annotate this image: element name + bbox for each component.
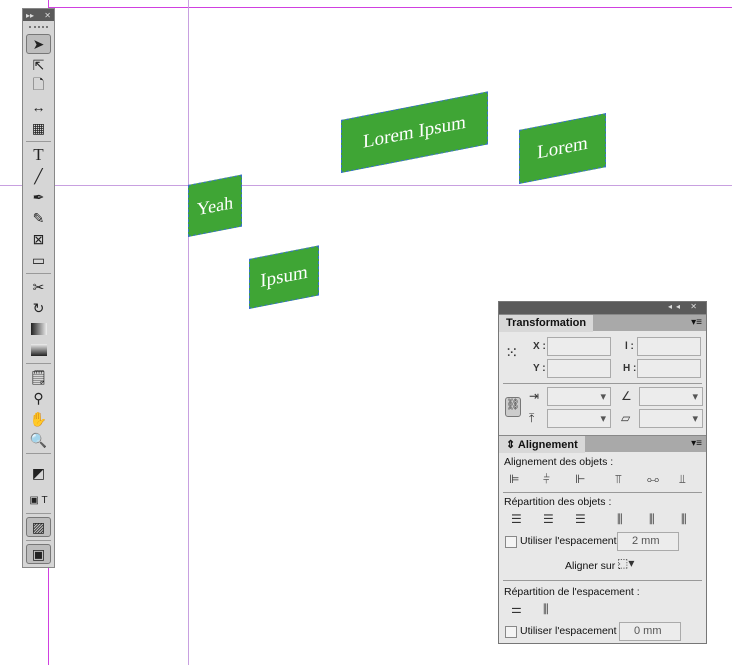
type-tool-icon[interactable]: T: [26, 145, 51, 165]
distribute-hcenter-icon[interactable]: ⫼: [649, 512, 655, 527]
pen-tool-icon[interactable]: ✒: [26, 187, 51, 207]
distribute-vcenter-icon[interactable]: ☰: [543, 512, 554, 526]
align-bottom-icon[interactable]: ⫫: [679, 472, 686, 487]
scale-y-icon: ⤒: [529, 411, 535, 425]
tools-panel: ▸▸ ✕ ➤ ⇱ 🗋 ↔ ▦ T ╱ ✒ ✎ ⊠ ▭ ✂ ↻ 🗒 ⚲ ✋ 🔍 ◩ …: [22, 8, 55, 568]
spacing-stepper[interactable]: 2 mm: [617, 532, 679, 551]
tab-transformation[interactable]: Transformation: [499, 315, 594, 332]
align-to-label: Aligner sur :: [565, 560, 622, 572]
shape-label: Yeah: [196, 191, 234, 219]
tab-alignment[interactable]: ⇕ Alignement: [499, 436, 585, 453]
distribute-right-icon[interactable]: ⫼: [681, 512, 687, 527]
width-label: l :: [625, 341, 634, 352]
collapse-icon[interactable]: ▸▸: [26, 11, 34, 20]
margin-guide-top: [48, 7, 732, 8]
scale-x-select[interactable]: ▾: [547, 387, 611, 406]
x-field[interactable]: [547, 337, 611, 356]
shear-select[interactable]: ▾: [639, 409, 703, 428]
panel-menu-icon[interactable]: ▾≡: [691, 438, 702, 449]
selection-tool-icon[interactable]: ➤: [26, 34, 51, 54]
distribute-spacing-heading: Répartition de l'espacement :: [504, 586, 640, 598]
formatting-container-icon[interactable]: ▣ T: [26, 490, 51, 510]
distribute-objects-heading: Répartition des objets :: [504, 496, 612, 508]
grip-handle[interactable]: [29, 26, 48, 29]
y-field[interactable]: [547, 359, 611, 378]
distribute-hspace-icon[interactable]: ⫼: [543, 602, 549, 617]
ruler-guide-vertical[interactable]: [188, 0, 189, 665]
shape-label: Ipsum: [260, 261, 308, 292]
align-left-icon[interactable]: ⊫: [509, 472, 519, 486]
align-hcenter-icon[interactable]: ⫩: [543, 472, 550, 487]
zoom-tool-icon[interactable]: 🔍: [26, 430, 51, 450]
use-spacing-label: Utiliser l'espacement: [520, 535, 617, 547]
page-tool-icon[interactable]: 🗋: [26, 76, 51, 96]
align-right-icon[interactable]: ⊩: [575, 472, 585, 486]
use-spacing-checkbox[interactable]: [505, 536, 517, 548]
ruler-guide-horizontal[interactable]: [0, 185, 732, 186]
scale-y-select[interactable]: ▾: [547, 409, 611, 428]
reference-point-icon[interactable]: ⁙: [505, 343, 518, 363]
spacing-stepper-2[interactable]: 0 mm: [619, 622, 681, 641]
shear-icon: ▱: [621, 411, 631, 425]
width-field[interactable]: [637, 337, 701, 356]
tab-alignment-label: Alignement: [517, 439, 578, 451]
scissors-tool-icon[interactable]: ✂: [26, 277, 51, 297]
rotation-icon: ∠: [621, 389, 632, 403]
gap-tool-icon[interactable]: ↔: [26, 97, 51, 117]
direct-selection-tool-icon[interactable]: ⇱: [26, 55, 51, 75]
screen-mode-icon[interactable]: ▣: [26, 544, 51, 564]
use-spacing-label-2: Utiliser l'espacement: [520, 625, 617, 637]
close-icon[interactable]: ✕: [44, 11, 51, 20]
x-label: X :: [533, 341, 546, 352]
note-tool-icon[interactable]: 🗒: [26, 367, 51, 387]
rotate-tool-icon[interactable]: ↻: [26, 298, 51, 318]
eyedropper-tool-icon[interactable]: ⚲: [26, 388, 51, 408]
transform-align-panel: ◂◂ ✕ Transformation ▾≡ ⁙ X : Y : l : H : …: [498, 301, 707, 644]
scale-x-icon: ⇥: [529, 389, 540, 403]
panel-menu-icon[interactable]: ▾≡: [691, 317, 702, 328]
rectangle-frame-tool-icon[interactable]: ⊠: [26, 229, 51, 249]
rotation-select[interactable]: ▾: [639, 387, 703, 406]
use-spacing-checkbox-2[interactable]: [505, 626, 517, 638]
content-collector-icon[interactable]: ▦: [26, 118, 51, 138]
distribute-bottom-icon[interactable]: ☰: [575, 512, 586, 526]
y-label: Y :: [533, 363, 546, 374]
constrain-link-icon[interactable]: ⛓: [505, 397, 521, 417]
hand-tool-icon[interactable]: ✋: [26, 409, 51, 429]
align-top-icon[interactable]: ⫪: [615, 472, 622, 487]
shape-lorem-ipsum[interactable]: Lorem Ipsum: [341, 91, 488, 173]
distribute-vspace-icon[interactable]: ⚌: [511, 602, 522, 616]
tools-header[interactable]: ▸▸ ✕: [23, 9, 54, 21]
fill-stroke-icon[interactable]: ◩: [26, 457, 51, 489]
shape-ipsum[interactable]: Ipsum: [249, 245, 319, 309]
shape-yeah[interactable]: Yeah: [188, 174, 242, 237]
distribute-top-icon[interactable]: ☰: [511, 512, 522, 526]
align-objects-heading: Alignement des objets :: [504, 456, 614, 468]
shape-lorem[interactable]: Lorem: [519, 113, 606, 184]
height-field[interactable]: [637, 359, 701, 378]
rectangle-tool-icon[interactable]: ▭: [26, 250, 51, 270]
align-vcenter-icon[interactable]: ⧟: [647, 472, 659, 487]
align-to-selection-dropdown-icon[interactable]: ⬚▾: [617, 556, 634, 570]
panel-header[interactable]: ◂◂ ✕: [499, 302, 706, 314]
apply-none-icon[interactable]: ▨: [26, 517, 51, 537]
line-tool-icon[interactable]: ╱: [26, 166, 51, 186]
shape-label: Lorem Ipsum: [363, 111, 466, 153]
shape-label: Lorem: [537, 132, 588, 164]
pencil-tool-icon[interactable]: ✎: [26, 208, 51, 228]
height-label: H :: [623, 363, 637, 374]
gradient-swatch-tool-icon[interactable]: [26, 319, 51, 339]
gradient-feather-tool-icon[interactable]: [26, 340, 51, 360]
distribute-left-icon[interactable]: ⫼: [617, 512, 623, 527]
